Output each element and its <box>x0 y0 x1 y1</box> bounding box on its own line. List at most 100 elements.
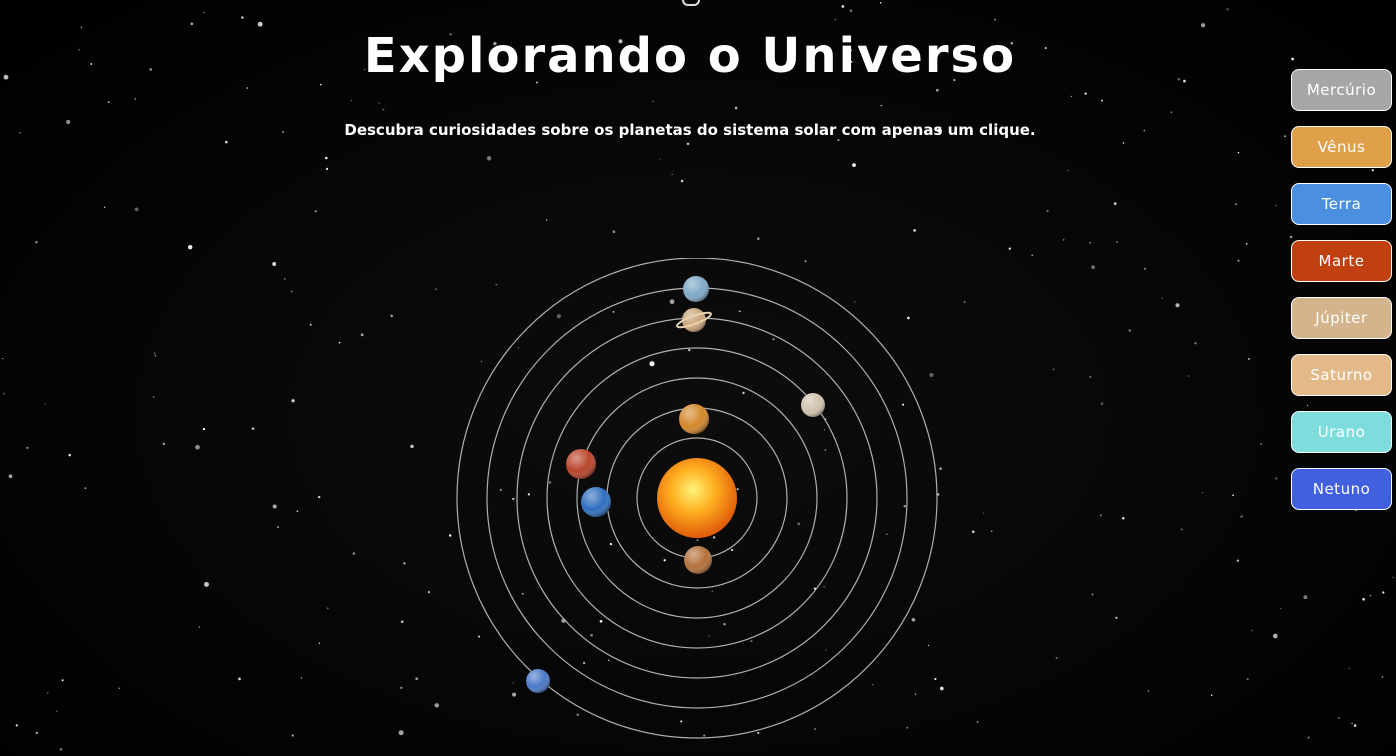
star <box>291 734 294 737</box>
star <box>351 99 353 102</box>
star <box>59 748 63 751</box>
star <box>837 139 840 142</box>
star <box>246 87 249 90</box>
star <box>990 530 993 532</box>
star <box>1240 515 1243 518</box>
star <box>309 323 312 326</box>
star <box>1067 169 1069 172</box>
star <box>1122 517 1125 520</box>
star <box>1113 202 1117 205</box>
star <box>1237 259 1240 262</box>
star <box>1170 111 1173 113</box>
star <box>976 721 979 723</box>
star <box>314 210 317 213</box>
star <box>913 229 916 232</box>
star <box>61 679 64 682</box>
planet-jupiter <box>801 393 825 417</box>
star <box>8 474 13 479</box>
star <box>35 240 38 244</box>
star <box>204 581 209 587</box>
star <box>434 703 440 708</box>
star <box>1091 593 1094 596</box>
star <box>1084 92 1087 95</box>
star <box>162 442 166 446</box>
star <box>44 403 46 405</box>
star <box>671 173 673 176</box>
marte-button[interactable]: Marte <box>1291 240 1392 282</box>
star <box>398 730 404 736</box>
star <box>841 5 845 8</box>
star <box>154 354 157 357</box>
star <box>1226 8 1229 11</box>
star <box>1245 242 1248 245</box>
star <box>1161 297 1164 299</box>
star <box>935 88 939 92</box>
star <box>1031 254 1033 257</box>
star <box>190 22 194 26</box>
star <box>1235 203 1237 206</box>
star <box>400 620 404 624</box>
star <box>56 710 58 712</box>
venus-button[interactable]: Vênus <box>1291 126 1392 168</box>
star <box>435 288 438 291</box>
planet-mars <box>566 449 596 479</box>
star <box>1272 633 1278 639</box>
star <box>276 525 280 529</box>
star <box>1275 477 1278 480</box>
planet-neptune <box>526 669 550 693</box>
star <box>378 102 380 104</box>
star <box>1307 736 1310 739</box>
mercurio-button[interactable]: Mercúrio <box>1291 69 1392 111</box>
page-subtitle: Descubra curiosidades sobre os planetas … <box>344 121 1036 139</box>
star <box>291 399 295 403</box>
star <box>238 677 241 681</box>
star <box>325 156 328 160</box>
star <box>1392 576 1394 579</box>
saturno-button[interactable]: Saturno <box>1291 354 1392 396</box>
star <box>1187 375 1190 377</box>
star <box>1369 594 1372 597</box>
star <box>1046 209 1049 212</box>
star <box>152 396 155 398</box>
star <box>283 277 286 280</box>
star <box>1381 676 1384 678</box>
star <box>545 219 548 221</box>
planet-saturn <box>676 308 712 332</box>
netuno-button[interactable]: Netuno <box>1291 468 1392 510</box>
star <box>486 156 492 161</box>
star <box>1052 368 1055 371</box>
star <box>134 98 136 100</box>
jupiter-button[interactable]: Júpiter <box>1291 297 1392 339</box>
star <box>410 444 414 449</box>
star <box>400 686 403 689</box>
star <box>1382 591 1385 594</box>
star <box>1232 494 1234 497</box>
star <box>1101 99 1104 102</box>
star <box>360 333 364 337</box>
star <box>1089 375 1092 378</box>
star <box>879 2 882 4</box>
star <box>1147 690 1150 692</box>
star <box>326 607 329 610</box>
star <box>686 142 690 146</box>
sun <box>657 458 737 538</box>
star <box>134 207 139 212</box>
star <box>1008 247 1011 250</box>
star <box>1115 616 1118 619</box>
star <box>734 106 738 110</box>
planet-earth <box>581 487 611 517</box>
star <box>390 314 393 318</box>
star <box>972 530 975 534</box>
star <box>1091 265 1095 270</box>
terra-button[interactable]: Terra <box>1291 183 1392 225</box>
star <box>300 677 303 679</box>
star <box>107 101 110 103</box>
star <box>1362 598 1365 601</box>
page-title: Explorando o Universo <box>363 28 1017 84</box>
urano-button[interactable]: Urano <box>1291 411 1392 453</box>
star <box>203 11 205 14</box>
star <box>272 262 277 266</box>
star <box>993 18 996 21</box>
star <box>1175 303 1180 308</box>
star <box>296 510 299 513</box>
